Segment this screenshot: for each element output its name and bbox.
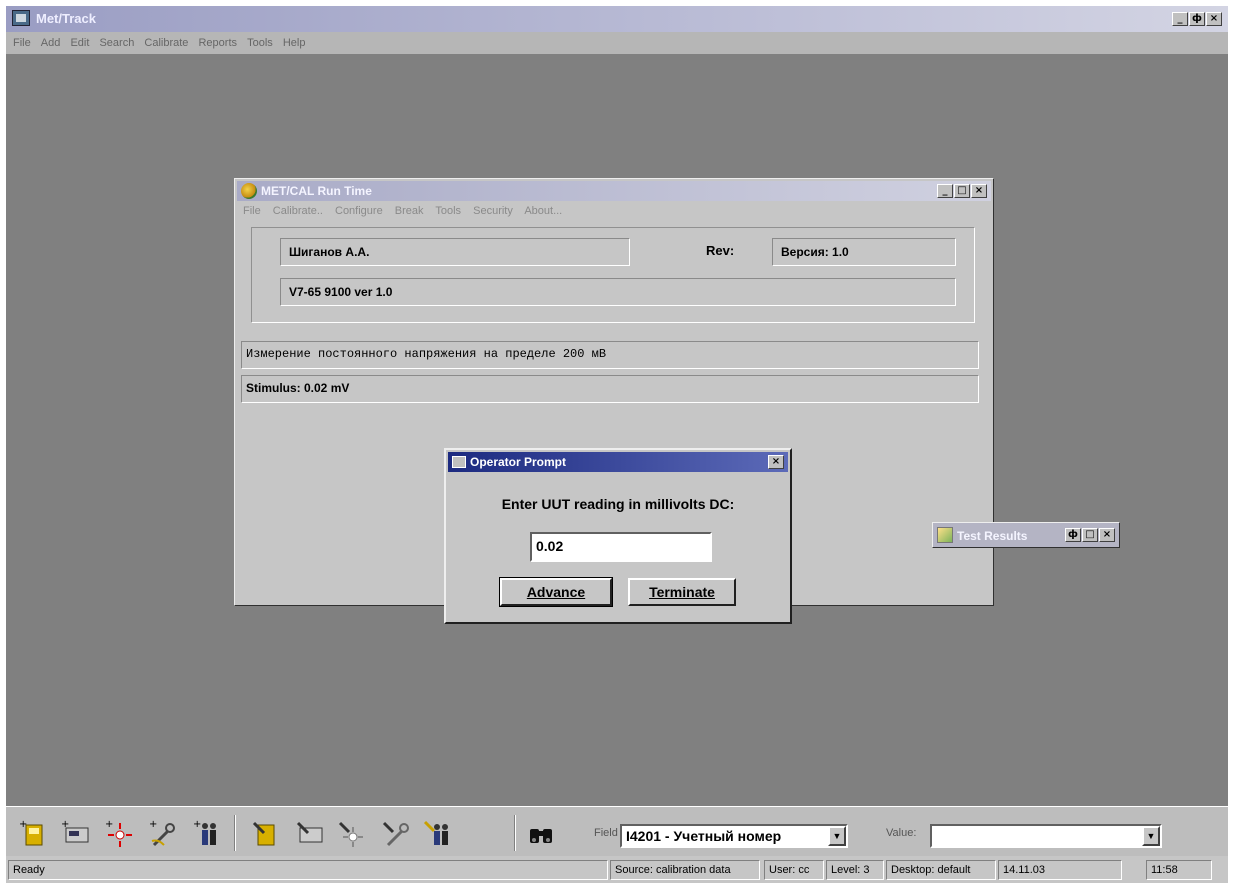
app-window-controls: _ ф × (1172, 12, 1222, 26)
svg-text:+: + (193, 819, 201, 830)
restore-button[interactable]: ф (1065, 528, 1081, 542)
stimulus-display: Stimulus: 0.02 mV (241, 375, 979, 403)
test-results-window-controls: ф □ × (1065, 528, 1115, 542)
edit-asset-icon[interactable] (250, 819, 280, 849)
svg-text:+: + (61, 819, 69, 830)
procedure-info-group: Шиганов А.А. Rev: Версия: 1.0 V7-65 9100… (251, 227, 975, 323)
close-button[interactable]: × (1206, 12, 1222, 26)
bottom-toolbar: + + + + + Field I4201 - Учетный номер ▼ … (6, 806, 1228, 856)
metcal-menu-tools[interactable]: Tools (435, 205, 461, 217)
status-level: Level: 3 (826, 860, 884, 880)
test-results-icon (937, 527, 953, 543)
add-asset-icon[interactable]: + (18, 819, 48, 849)
app-titlebar[interactable]: Met/Track _ ф × (6, 6, 1228, 32)
maximize-button[interactable]: □ (954, 184, 970, 198)
prompt-titlebar[interactable]: Operator Prompt × (448, 452, 788, 472)
metcal-window-controls: _ □ × (937, 184, 987, 198)
svg-text:+: + (105, 819, 113, 830)
edit-users-icon[interactable] (422, 819, 452, 849)
step-description: Измерение постоянного напряжения на пред… (241, 341, 979, 369)
edit-location-icon[interactable] (336, 819, 366, 849)
minimize-button[interactable]: _ (937, 184, 953, 198)
metcal-menubar: File Calibrate.. Configure Break Tools S… (243, 205, 571, 217)
close-button[interactable]: × (1099, 528, 1115, 542)
app-menubar: File Add Edit Search Calibrate Reports T… (6, 32, 1228, 54)
menu-help[interactable]: Help (283, 37, 306, 49)
status-user: User: cc (764, 860, 824, 880)
menu-search[interactable]: Search (99, 37, 134, 49)
restore-button[interactable]: ф (1189, 12, 1205, 26)
close-button[interactable]: × (971, 184, 987, 198)
menu-edit[interactable]: Edit (70, 37, 89, 49)
rev-label: Rev: (706, 243, 735, 258)
status-source: Source: calibration data (610, 860, 760, 880)
dialog-menu-icon[interactable] (452, 456, 466, 468)
add-service-wrench-icon[interactable]: + (148, 819, 178, 849)
value-label: Value: (886, 827, 917, 839)
prompt-message: Enter UUT reading in millivolts DC: (501, 496, 735, 512)
terminate-label: Terminate (649, 584, 715, 600)
toolbar-separator (234, 815, 236, 851)
toolbar-separator (514, 815, 516, 851)
operator-prompt-dialog: Operator Prompt × Enter UUT reading in m… (444, 448, 792, 624)
chevron-down-icon[interactable]: ▼ (828, 826, 846, 846)
menu-calibrate[interactable]: Calibrate (144, 37, 188, 49)
menu-file[interactable]: File (13, 37, 31, 49)
metcal-menu-calibrate[interactable]: Calibrate.. (273, 205, 323, 217)
metcal-app-icon (241, 183, 257, 199)
field-label: Field (594, 827, 618, 839)
metcal-menu-break[interactable]: Break (395, 205, 424, 217)
metcal-menu-about[interactable]: About... (524, 205, 562, 217)
status-bar: Ready Source: calibration data User: cc … (6, 856, 1228, 883)
menu-tools[interactable]: Tools (247, 37, 273, 49)
minimize-button[interactable]: _ (1172, 12, 1188, 26)
metcal-menu-file[interactable]: File (243, 205, 261, 217)
metcal-menu-configure[interactable]: Configure (335, 205, 383, 217)
status-ready: Ready (8, 860, 608, 880)
status-date: 14.11.03 (998, 860, 1122, 880)
advance-button[interactable]: Advance (499, 577, 613, 607)
field-select-value: I4201 - Учетный номер (626, 828, 782, 844)
svg-text:+: + (19, 819, 27, 830)
add-users-icon[interactable]: + (192, 819, 222, 849)
prompt-title: Operator Prompt (470, 455, 567, 469)
binoculars-search-icon[interactable] (526, 819, 556, 849)
add-location-icon[interactable]: + (104, 819, 134, 849)
test-results-title: Test Results (957, 529, 1028, 543)
status-desktop: Desktop: default (886, 860, 996, 880)
value-select[interactable]: ▼ (930, 824, 1162, 848)
status-time: 11:58 (1146, 860, 1212, 880)
close-button[interactable]: × (768, 455, 784, 469)
svg-text:+: + (149, 819, 157, 830)
operator-name-field: Шиганов А.А. (280, 238, 630, 266)
app-title: Met/Track (36, 11, 96, 26)
edit-service-icon[interactable] (380, 819, 410, 849)
advance-label: Advance (526, 584, 586, 600)
prompt-close-area: × (768, 455, 784, 469)
rev-value-field: Версия: 1.0 (772, 238, 956, 266)
menu-reports[interactable]: Reports (198, 37, 237, 49)
uut-reading-input[interactable]: 0.02 (530, 532, 712, 562)
metcal-titlebar[interactable]: MET/CAL Run Time _ □ × (237, 181, 991, 201)
add-instrument-icon[interactable]: + (60, 819, 90, 849)
maximize-button[interactable]: □ (1082, 528, 1098, 542)
metcal-title: MET/CAL Run Time (261, 184, 372, 198)
edit-instrument-icon[interactable] (294, 819, 324, 849)
met-track-app-icon (12, 10, 30, 26)
terminate-button[interactable]: Terminate (628, 578, 736, 606)
metcal-menu-security[interactable]: Security (473, 205, 513, 217)
test-results-minimized-window[interactable]: Test Results ф □ × (932, 522, 1120, 548)
chevron-down-icon[interactable]: ▼ (1142, 826, 1160, 846)
procedure-name-field: V7-65 9100 ver 1.0 (280, 278, 956, 306)
field-select[interactable]: I4201 - Учетный номер ▼ (620, 824, 848, 848)
menu-add[interactable]: Add (41, 37, 61, 49)
